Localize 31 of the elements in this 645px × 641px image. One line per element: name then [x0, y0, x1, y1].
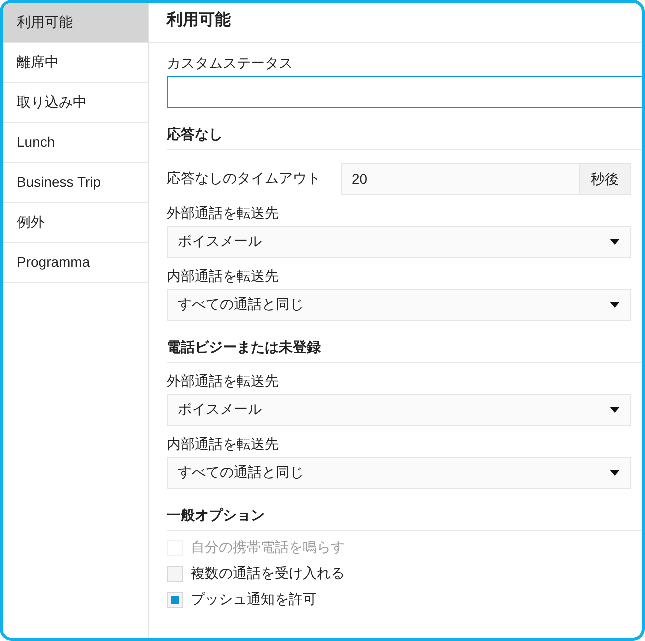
sidebar-item[interactable]: Lunch	[3, 123, 148, 163]
sidebar-item[interactable]: 離席中	[3, 43, 148, 83]
section-heading: 一般オプション	[167, 507, 642, 531]
section-heading: 電話ビジーまたは未登録	[167, 339, 642, 363]
caret-icon	[610, 407, 620, 413]
checkbox[interactable]	[167, 566, 183, 582]
field-label: 外部通話を転送先	[167, 205, 280, 223]
field-label: 応答なしのタイムアウト	[167, 170, 322, 188]
sidebar-item[interactable]: 利用可能	[3, 3, 148, 43]
field-label: 内部通話を転送先	[167, 268, 280, 286]
sidebar-item[interactable]: 例外	[3, 203, 148, 243]
field-label: 外部通話を転送先	[167, 373, 280, 391]
sidebar-item[interactable]: Business Trip	[3, 163, 148, 203]
checkbox-label: 複数の通話を受け入れる	[191, 565, 345, 583]
dropdown[interactable]: ボイスメール	[167, 394, 631, 426]
checkbox-label: プッシュ通知を許可	[191, 591, 317, 609]
checkbox[interactable]	[167, 592, 183, 608]
input-field[interactable]	[167, 76, 642, 108]
caret-icon	[610, 239, 620, 245]
dropdown[interactable]: ボイスメール	[167, 226, 631, 258]
dropdown[interactable]: すべての通話と同じ	[167, 289, 631, 321]
sidebar-item[interactable]: Programma	[3, 243, 148, 283]
page-title: 利用可能	[149, 3, 642, 43]
sidebar-item[interactable]: 取り込み中	[3, 83, 148, 123]
field-label: 内部通話を転送先	[167, 436, 280, 454]
caret-icon	[610, 470, 620, 476]
checkbox-label: 自分の携帯電話を鳴らす	[191, 539, 345, 557]
field-label: カスタムステータス	[167, 55, 294, 73]
dropdown[interactable]: すべての通話と同じ	[167, 457, 631, 489]
caret-icon	[610, 302, 620, 308]
section-heading: 応答なし	[167, 126, 642, 150]
